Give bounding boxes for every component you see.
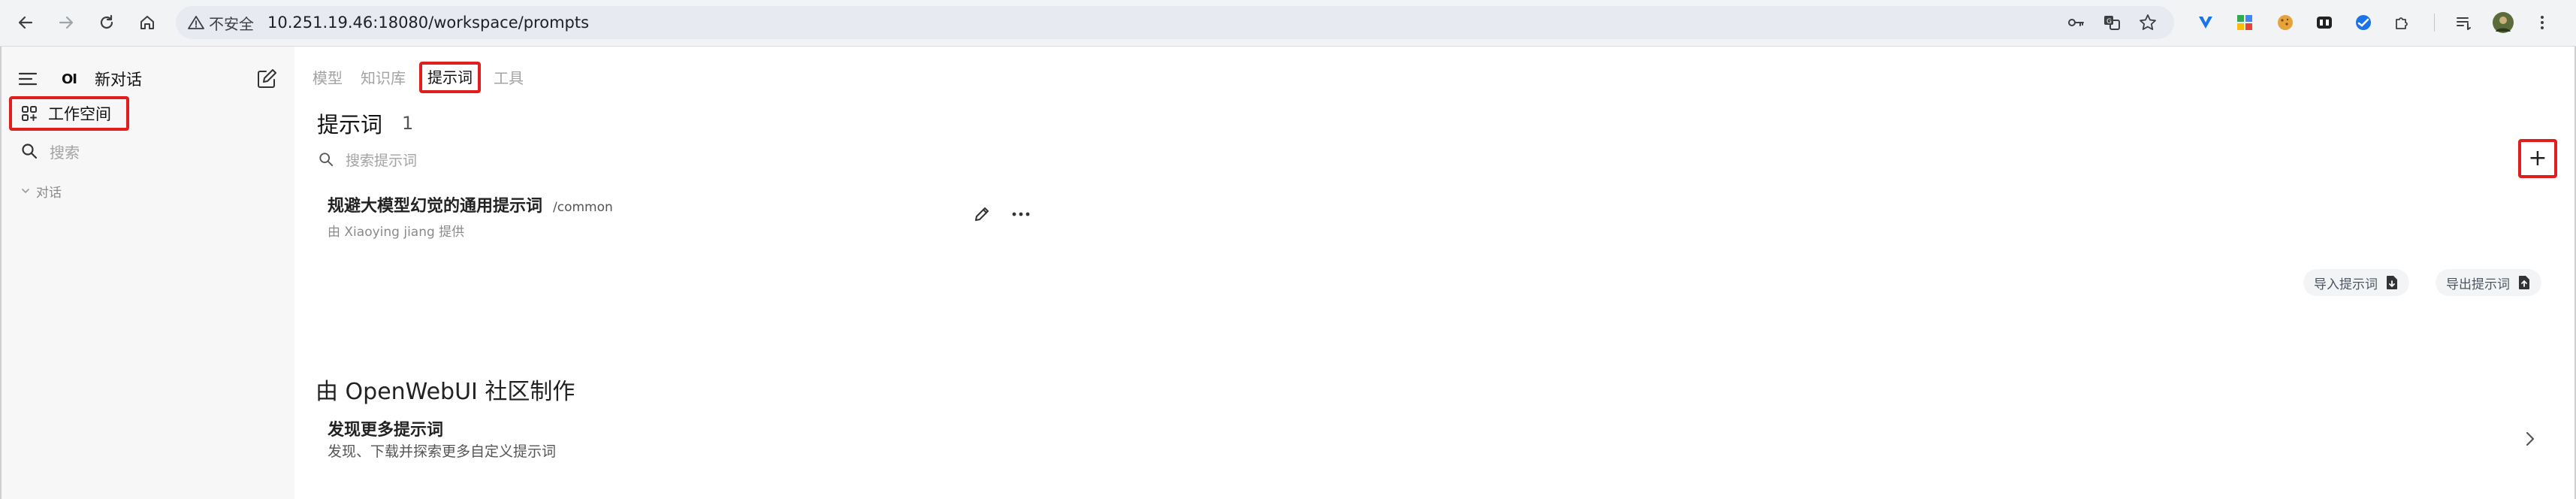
url-text[interactable]: 10.251.19.46:18080/workspace/prompts [267,6,589,39]
search-icon [319,153,334,167]
new-chat-label: 新对话 [95,71,142,89]
sidebar-section-chats[interactable]: 对话 [21,182,62,201]
svg-text:G: G [2106,18,2112,26]
warning-icon [188,16,204,29]
chevron-right-icon [2526,431,2535,446]
profile-avatar[interactable] [2493,12,2514,33]
toolbar-divider [2434,14,2435,32]
add-prompt-button[interactable]: + [2518,139,2557,178]
extension-dark-icon[interactable] [2314,12,2335,33]
openwebui-logo: OI [62,71,77,87]
forward-arrow-icon [59,16,74,29]
address-bar[interactable]: 不安全 10.251.19.46:18080/workspace/prompts… [176,6,2174,39]
page-title: 提示词 [317,112,383,138]
home-button[interactable] [134,9,161,36]
extension-v-icon[interactable] [2195,12,2216,33]
discover-more-card[interactable]: 发现更多提示词 发现、下载并探索更多自定义提示词 [316,407,2562,475]
extension-grid-icon[interactable] [2234,12,2255,33]
prompt-search-placeholder: 搜索提示词 [346,152,418,169]
browser-toolbar: 不安全 10.251.19.46:18080/workspace/prompts… [0,0,2576,47]
sidebar-search[interactable]: 搜索 [21,138,80,164]
import-prompts-label: 导入提示词 [2314,277,2378,292]
menu-icon [18,72,38,86]
main-content: 模型 知识库 提示词 工具 提示词 1 搜索提示词 + 规避大模型幻觉的通用提示… [294,47,2576,499]
discover-more-title: 发现更多提示词 [328,421,444,440]
chevron-down-icon [22,189,29,194]
import-prompts-button[interactable]: 导入提示词 [2303,269,2409,296]
reload-icon [100,14,113,29]
tab-tools[interactable]: 工具 [494,65,524,91]
prompt-author: 由 Xiaoying jiang 提供 [328,225,465,240]
edit-square-icon [258,69,276,88]
sidebar: OI 新对话 工作空间 搜索 对话 [0,47,294,499]
prompt-count: 1 [402,113,414,134]
tab-models[interactable]: 模型 [313,65,343,91]
reading-list-icon[interactable] [2454,12,2475,33]
home-icon [140,16,154,29]
sidebar-section-chats-label: 对话 [36,185,62,201]
prompt-more-button[interactable] [1008,203,1034,225]
forward-button[interactable] [53,9,80,36]
translate-icon[interactable]: G [2102,13,2122,32]
back-button[interactable] [12,9,39,36]
workspace-grid-icon [22,106,37,121]
new-chat-row[interactable]: OI 新对话 [62,66,142,92]
sidebar-search-placeholder: 搜索 [50,143,80,162]
export-prompts-button[interactable]: 导出提示词 [2436,269,2541,296]
file-import-icon [2387,276,2397,289]
security-indicator[interactable]: 不安全 [188,13,254,33]
extensions-puzzle-icon[interactable] [2392,12,2413,33]
sidebar-item-workspace[interactable]: 工作空间 [9,96,129,131]
sidebar-toggle-button[interactable] [18,68,38,90]
prompt-list-item[interactable]: 规避大模型幻觉的通用提示词 /common 由 Xiaoying jiang 提… [328,192,1041,245]
insecure-label: 不安全 [209,14,254,33]
extension-cookie-icon[interactable] [2275,12,2296,33]
prompt-search-bar[interactable]: 搜索提示词 [319,146,1295,173]
prompt-title: 规避大模型幻觉的通用提示词 [328,197,543,216]
more-horizontal-icon [1012,212,1030,216]
plus-icon: + [2528,145,2547,171]
new-chat-edit-button[interactable] [255,66,278,92]
reload-button[interactable] [93,9,120,36]
pencil-icon [975,207,989,221]
tab-prompts[interactable]: 提示词 [419,62,481,93]
discover-more-subtitle: 发现、下载并探索更多自定义提示词 [328,443,557,460]
edit-prompt-button[interactable] [971,203,993,225]
extension-blue-icon[interactable] [2353,12,2374,33]
export-prompts-label: 导出提示词 [2446,277,2510,292]
search-icon [22,144,38,159]
prompt-command: /common [553,200,613,215]
page-header: 提示词 1 [317,108,413,138]
tab-knowledge[interactable]: 知识库 [361,65,406,91]
sidebar-item-workspace-label: 工作空间 [48,105,111,123]
community-heading: 由 OpenWebUI 社区制作 [316,379,575,405]
browser-menu-icon[interactable] [2532,12,2553,33]
bookmark-star-icon[interactable] [2138,13,2158,32]
back-arrow-icon [18,16,33,29]
file-export-icon [2519,276,2529,289]
password-key-icon[interactable] [2066,13,2085,32]
